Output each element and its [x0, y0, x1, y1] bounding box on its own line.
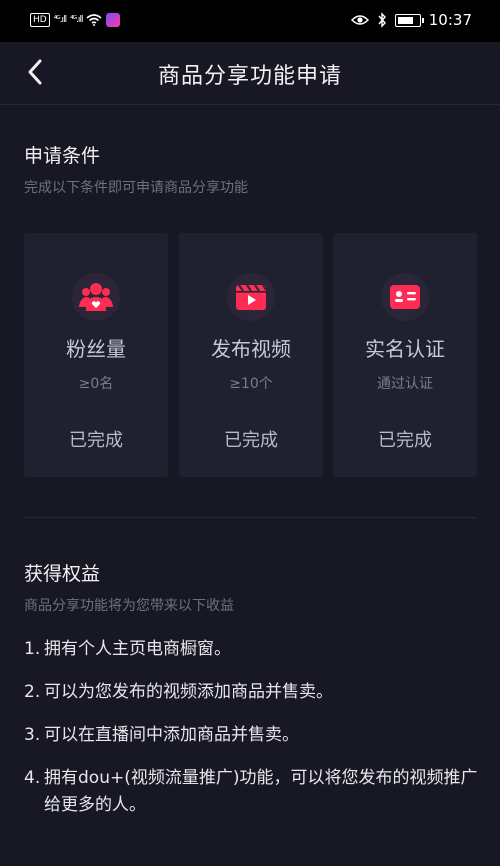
list-item-text: 拥有dou+(视频流量推广)功能，可以将您发布的视频推广给更多的人。	[44, 768, 478, 815]
condition-card-video: 发布视频 ≥10个 已完成	[179, 233, 323, 477]
list-item-number: 2.	[24, 682, 41, 702]
bluetooth-icon	[378, 12, 386, 28]
card-status: 已完成	[69, 430, 123, 451]
eye-icon	[350, 15, 369, 25]
wifi-icon	[86, 14, 102, 26]
id-card-icon-wrap	[381, 273, 429, 321]
card-label: 实名认证	[365, 337, 445, 361]
list-item-number: 4.	[24, 768, 41, 788]
list-item: 4. 拥有dou+(视频流量推广)功能，可以将您发布的视频推广给更多的人。	[24, 765, 484, 819]
benefits-list: 1. 拥有个人主页电商橱窗。 2. 可以为您发布的视频添加商品并售卖。 3. 可…	[24, 636, 484, 835]
card-status: 已完成	[224, 430, 278, 451]
list-item: 2. 可以为您发布的视频添加商品并售卖。	[24, 679, 484, 706]
id-card-icon	[390, 285, 420, 309]
status-right: 10:37	[350, 11, 472, 29]
card-label: 粉丝量	[66, 337, 126, 361]
app-notification-icon	[106, 13, 121, 27]
signal-icon: ⁴ᴳ.ıll	[53, 15, 67, 25]
battery-icon	[394, 13, 424, 27]
list-item-number: 3.	[24, 725, 41, 745]
list-item-number: 1.	[24, 639, 41, 659]
nav-bar: 商品分享功能申请	[0, 42, 500, 105]
status-bar: HD ⁴ᴳ.ıll ⁴ᴳ.ıll 10:37	[0, 0, 500, 42]
page-title: 商品分享功能申请	[157, 64, 342, 89]
signal-icon-2: ⁴ᴳ.ıll	[70, 15, 83, 25]
conditions-cards: 粉丝量 ≥0名 已完成 发布视频 ≥10个 已完成 实名认证 通过认证 已完成	[24, 233, 477, 477]
list-item-text: 可以为您发布的视频添加商品并售卖。	[44, 682, 333, 702]
list-item: 3. 可以在直播间中添加商品并售卖。	[24, 722, 484, 749]
card-label: 发布视频	[211, 337, 291, 361]
list-item: 1. 拥有个人主页电商橱窗。	[24, 636, 484, 663]
benefits-title: 获得权益	[24, 563, 101, 585]
fans-icon-wrap	[72, 273, 120, 321]
card-requirement: 通过认证	[377, 376, 433, 392]
conditions-subtitle: 完成以下条件即可申请商品分享功能	[24, 180, 248, 196]
section-divider	[24, 517, 477, 518]
card-requirement: ≥10个	[229, 376, 273, 392]
video-icon-wrap	[227, 273, 275, 321]
status-left: HD ⁴ᴳ.ıll ⁴ᴳ.ıll	[30, 13, 121, 27]
condition-card-realname: 实名认证 通过认证 已完成	[333, 233, 477, 477]
card-status: 已完成	[378, 430, 432, 451]
hd-badge: HD	[30, 13, 50, 27]
benefits-subtitle: 商品分享功能将为您带来以下收益	[24, 598, 234, 614]
list-item-text: 拥有个人主页电商橱窗。	[44, 639, 231, 659]
condition-card-fans: 粉丝量 ≥0名 已完成	[24, 233, 168, 477]
conditions-title: 申请条件	[24, 145, 101, 167]
list-item-text: 可以在直播间中添加商品并售卖。	[44, 725, 299, 745]
fans-icon	[79, 283, 113, 311]
card-requirement: ≥0名	[78, 376, 114, 392]
video-icon	[236, 284, 267, 310]
status-time: 10:37	[428, 11, 472, 29]
